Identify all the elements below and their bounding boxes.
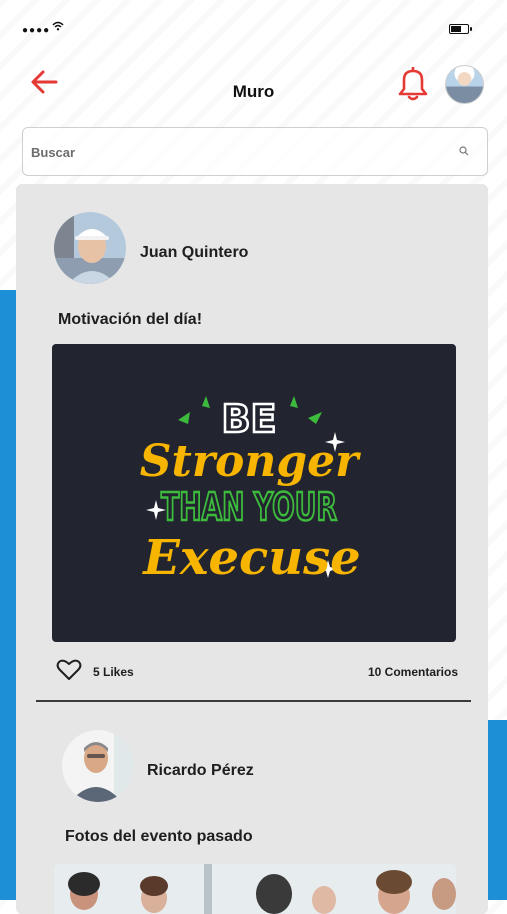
profile-avatar[interactable] — [445, 65, 484, 104]
search-input[interactable] — [29, 138, 453, 166]
likes-count[interactable]: 5 Likes — [93, 665, 134, 679]
graphic-text-be: BE — [222, 397, 277, 441]
app-header: Muro — [0, 55, 507, 115]
post-actions: 5 Likes 10 Comentarios — [56, 658, 458, 686]
post-image[interactable]: BE Stronger THAN YOUR Execuse — [52, 344, 456, 642]
search-bar — [22, 127, 488, 176]
heart-icon — [56, 659, 82, 680]
feed-container: Juan Quintero Motivación del día! BE Str… — [16, 184, 488, 914]
search-icon[interactable] — [459, 146, 469, 156]
wifi-icon — [52, 20, 64, 34]
graphic-text-execuse: Execuse — [141, 530, 360, 586]
avatar-photo — [54, 212, 126, 284]
post-author[interactable]: Ricardo Pérez — [147, 762, 254, 780]
battery-icon — [449, 24, 472, 34]
post-caption: Motivación del día! — [58, 311, 203, 328]
signal-icon: ●●●● — [22, 25, 51, 36]
notifications-button[interactable] — [394, 63, 432, 103]
event-photo — [54, 864, 456, 914]
graphic-text-than-your: THAN YOUR — [161, 485, 337, 529]
comments-link[interactable]: 10 Comentarios — [368, 665, 458, 679]
like-button[interactable] — [56, 658, 86, 686]
post-caption: Fotos del evento pasado — [65, 828, 253, 845]
motivational-graphic: BE Stronger THAN YOUR Execuse — [140, 396, 361, 586]
avatar[interactable] — [54, 212, 126, 284]
avatar-photo — [62, 730, 134, 802]
bell-icon — [398, 67, 428, 101]
graphic-text-stronger: Stronger — [140, 436, 361, 487]
status-bar: ●●●● — [0, 0, 507, 44]
post-author[interactable]: Juan Quintero — [140, 244, 248, 262]
post-divider — [36, 700, 471, 702]
post-image[interactable] — [54, 864, 456, 914]
avatar[interactable] — [62, 730, 134, 802]
